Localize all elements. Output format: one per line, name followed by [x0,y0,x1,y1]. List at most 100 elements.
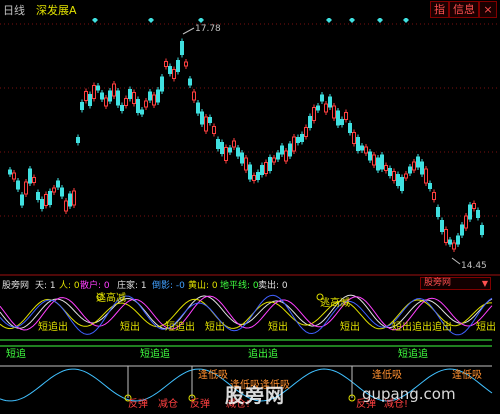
candle-body [76,137,80,143]
candle-body [392,171,396,181]
candle-body [128,89,132,99]
candle-body [176,60,180,72]
candle-body [360,145,364,151]
label-short-2: 短出 [120,320,140,333]
period-label[interactable]: 日线 [3,2,25,18]
candle-body [204,116,208,132]
candle-body [156,89,160,103]
candle-body [460,224,464,236]
candle-body [260,165,264,175]
label-low-1: 逢低吸 [198,368,228,381]
candle-body [236,147,240,157]
candle-body [172,69,176,79]
candle-body [404,173,408,179]
candle-body [152,94,156,106]
candle-body [48,191,52,205]
candle-body [364,146,368,154]
candle-body [116,90,120,106]
candle-body [180,41,184,55]
chart-grid [0,23,500,276]
candle-body [108,90,112,102]
label-bottom-2: 减仓 [158,397,178,410]
candle-body [252,175,256,181]
close-button[interactable]: × [479,1,497,18]
candles [8,38,484,252]
candle-body [304,127,308,137]
candle-body [324,103,328,113]
chevron-down-icon: ▼ [481,279,488,288]
candle-body [12,172,16,180]
label-short-1: 短追出 [38,320,68,333]
candle-body [264,162,268,174]
candle-body [316,105,320,111]
candle-body [268,157,272,171]
candle-body [72,190,76,206]
high-price-label: 17.78 [195,24,221,34]
label-low-4: 逢低吸 [452,368,482,381]
candle-body [136,99,140,113]
candle-body [196,102,200,114]
candle-body [188,78,192,86]
candle-body [416,156,420,168]
candle-body [208,117,212,123]
candle-body [212,126,216,134]
candle-body [320,94,324,102]
signal-diamond [326,18,332,23]
low-price-label: 14.45 [461,261,487,271]
indicator-selector[interactable]: 股旁网 ▼ [420,277,491,290]
candle-body [344,112,348,120]
label-top-1: 逃高减 [96,291,126,304]
label-band-3: 追出追 [248,347,278,360]
signal-diamond [198,18,204,23]
candle-body [164,61,168,67]
stock-name: 深发展A [36,4,77,17]
candle-body [396,174,400,186]
candle-body [224,147,228,161]
candle-body [32,177,36,183]
candle-body [84,91,88,101]
candle-body [92,85,96,99]
candle-body [112,83,116,97]
label-short-7: 短出追出 [392,320,432,333]
candle-body [100,92,104,100]
candle-body [312,107,316,121]
candle-body [24,181,28,195]
candle-body [424,168,428,184]
candle-body [96,85,100,91]
candle-body [464,215,468,229]
candle-body [228,147,232,153]
candle-body [380,154,384,170]
candle-body [240,152,244,164]
candle-body [336,110,340,126]
index-button[interactable]: 指 [430,1,449,18]
candlestick-chart[interactable]: 17.78 14.45 [0,18,500,276]
candle-body [308,116,312,128]
candle-body [448,239,452,245]
info-button[interactable]: 信息 [449,1,479,18]
label-band-2: 短追追 [140,347,170,360]
candle-body [276,152,280,160]
signal-diamond [403,18,409,23]
candle-body [184,61,188,67]
signal-diamond [148,18,154,23]
watermark-label: 股旁网 [225,385,286,407]
candle-body [80,102,84,110]
candle-body [44,194,48,206]
candle-body [216,139,220,149]
candle-body [104,97,108,107]
indicator-selector-label: 股旁网 [424,278,452,288]
candle-body [8,169,12,175]
signal-diamond [92,18,98,23]
candle-body [168,66,172,74]
candle-body [284,150,288,162]
label-short-4: 短出 [205,320,225,333]
candle-body [124,98,128,106]
candle-body [472,203,476,209]
candle-body [420,161,424,175]
candle-body [388,168,392,176]
candle-body [372,154,376,166]
candle-body [16,180,20,190]
candle-body [244,157,248,171]
candle-body [292,136,296,152]
candle-body [52,187,56,193]
